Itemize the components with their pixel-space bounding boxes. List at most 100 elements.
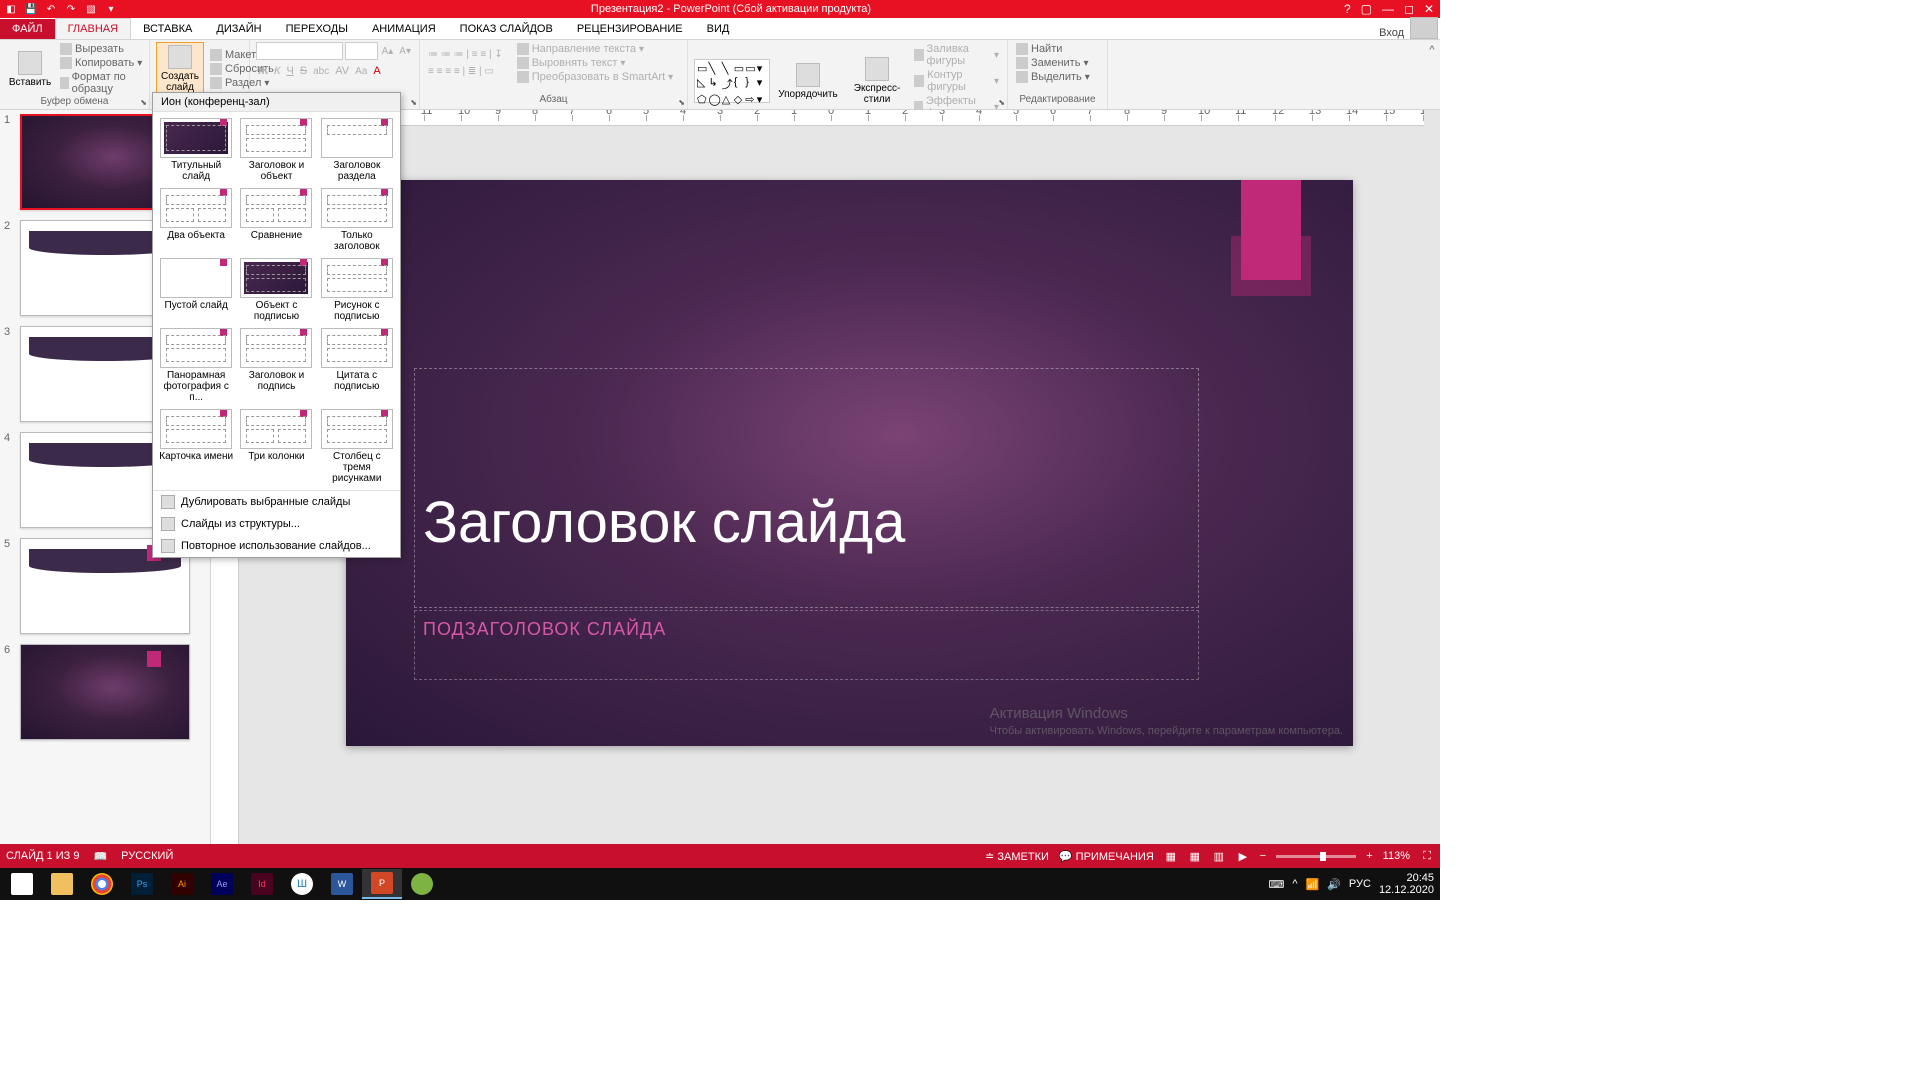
replace-button[interactable]: Заменить ▾ <box>1014 56 1101 70</box>
sign-in-link[interactable]: Вход <box>1373 27 1410 39</box>
duplicate-slides-item[interactable]: Дублировать выбранные слайды <box>153 491 400 513</box>
volume-icon[interactable]: 🔊 <box>1327 878 1341 891</box>
layout-item[interactable]: Заголовок и объект <box>237 116 315 184</box>
dialog-launcher-icon[interactable]: ⬊ <box>410 98 417 107</box>
dialog-launcher-icon[interactable]: ⬊ <box>678 98 685 107</box>
notes-button[interactable]: ≐ ЗАМЕТКИ <box>985 850 1049 863</box>
layout-item[interactable]: Только заголовок <box>318 186 396 254</box>
tab-home[interactable]: ГЛАВНАЯ <box>55 18 131 39</box>
avatar-icon[interactable] <box>1410 17 1438 39</box>
zoom-slider[interactable] <box>1276 855 1356 858</box>
layout-item[interactable]: Сравнение <box>237 186 315 254</box>
slideshow-view-icon[interactable]: ▶ <box>1236 849 1250 863</box>
thumbnail-slide-6[interactable] <box>20 644 190 740</box>
format-painter-button[interactable]: Формат по образцу <box>58 70 144 96</box>
dialog-launcher-icon[interactable]: ⬊ <box>998 98 1005 107</box>
dialog-launcher-icon[interactable]: ⬊ <box>140 98 147 107</box>
layout-item[interactable]: Два объекта <box>157 186 235 254</box>
tab-insert[interactable]: ВСТАВКА <box>131 19 204 39</box>
chrome-icon[interactable] <box>82 869 122 899</box>
font-name-combo[interactable] <box>256 42 343 60</box>
start-button[interactable] <box>2 869 42 899</box>
new-slide-button[interactable]: Создать слайд <box>156 42 204 96</box>
qat-customize-icon[interactable]: ▾ <box>104 2 118 16</box>
reuse-slides-item[interactable]: Повторное использование слайдов... <box>153 535 400 557</box>
title-placeholder[interactable]: Заголовок слайда <box>414 368 1199 608</box>
font-size-combo[interactable] <box>345 42 378 60</box>
indesign-icon[interactable]: Id <box>242 869 282 899</box>
layout-item[interactable]: Панорамная фотография с п... <box>157 326 235 405</box>
layout-item[interactable]: Объект с подписью <box>237 256 315 324</box>
ribbon-options-icon[interactable]: ▢ <box>1361 2 1372 16</box>
network-icon[interactable]: 📶 <box>1306 878 1320 891</box>
keyboard-icon[interactable]: ⌨ <box>1268 878 1284 891</box>
zoom-in-icon[interactable]: + <box>1366 850 1372 862</box>
zoom-value[interactable]: 113% <box>1383 850 1410 862</box>
minimize-icon[interactable]: — <box>1382 2 1394 16</box>
powerpoint-icon[interactable]: P <box>362 869 402 899</box>
language-indicator[interactable]: РУССКИЙ <box>121 850 173 863</box>
select-button[interactable]: Выделить ▾ <box>1014 70 1101 84</box>
illustrator-icon[interactable]: Ai <box>162 869 202 899</box>
photoshop-icon[interactable]: Ps <box>122 869 162 899</box>
aftereffects-icon[interactable]: Ae <box>202 869 242 899</box>
quick-styles-button[interactable]: Экспресс-стили <box>846 55 909 107</box>
help-icon[interactable]: ? <box>1344 2 1351 16</box>
arrange-button[interactable]: Упорядочить <box>774 61 842 102</box>
slide-editor[interactable]: Заголовок слайда ПОДЗАГОЛОВОК СЛАЙДА Акт… <box>346 180 1353 746</box>
tab-design[interactable]: ДИЗАЙН <box>204 19 273 39</box>
fit-to-window-icon[interactable]: ⛶ <box>1420 849 1434 863</box>
app-icon-2[interactable] <box>402 869 442 899</box>
maximize-icon[interactable]: ◻ <box>1404 2 1414 16</box>
undo-icon[interactable]: ↶ <box>44 2 58 16</box>
layout-item[interactable]: Рисунок с подписью <box>318 256 396 324</box>
zoom-out-icon[interactable]: − <box>1260 850 1266 862</box>
text-direction-button[interactable]: Направление текста ▾ <box>515 42 675 56</box>
paste-button[interactable]: Вставить <box>6 49 54 90</box>
collapse-ribbon-icon[interactable]: ^ <box>1424 40 1440 109</box>
tab-review[interactable]: РЕЦЕНЗИРОВАНИЕ <box>565 19 695 39</box>
grow-font-icon[interactable]: A▴ <box>380 45 396 58</box>
sorter-view-icon[interactable]: ▦ <box>1188 849 1202 863</box>
slides-from-outline-item[interactable]: Слайды из структуры... <box>153 513 400 535</box>
shrink-font-icon[interactable]: A▾ <box>397 45 413 58</box>
save-icon[interactable]: 💾 <box>24 2 38 16</box>
layout-item[interactable]: Пустой слайд <box>157 256 235 324</box>
shapes-gallery[interactable]: ▭╲╲▭▭▾ ◺↳⤴{}▾ ⬠◯△◇⇨▾ <box>694 59 770 103</box>
file-explorer-icon[interactable] <box>42 869 82 899</box>
input-lang[interactable]: РУС <box>1349 878 1371 890</box>
normal-view-icon[interactable]: ▦ <box>1164 849 1178 863</box>
word-icon[interactable]: W <box>322 869 362 899</box>
layout-item[interactable]: Заголовок раздела <box>318 116 396 184</box>
align-text-button[interactable]: Выровнять текст ▾ <box>515 56 675 70</box>
tab-view[interactable]: ВИД <box>695 19 742 39</box>
shape-outline-button[interactable]: Контур фигуры ▾ <box>912 68 1001 94</box>
layout-item[interactable]: Карточка имени <box>157 407 235 486</box>
tab-file[interactable]: ФАЙЛ <box>0 19 55 39</box>
spellcheck-icon[interactable]: 📖 <box>93 850 107 863</box>
find-button[interactable]: Найти <box>1014 42 1101 56</box>
slide-counter[interactable]: СЛАЙД 1 ИЗ 9 <box>6 850 79 863</box>
subtitle-placeholder[interactable]: ПОДЗАГОЛОВОК СЛАЙДА <box>414 610 1199 680</box>
tab-animation[interactable]: АНИМАЦИЯ <box>360 19 448 39</box>
layout-item[interactable]: Три колонки <box>237 407 315 486</box>
tray-expand-icon[interactable]: ^ <box>1292 878 1297 890</box>
reading-view-icon[interactable]: ▥ <box>1212 849 1226 863</box>
comments-button[interactable]: 💬 ПРИМЕЧАНИЯ <box>1059 850 1154 863</box>
copy-button[interactable]: Копировать ▾ <box>58 56 144 70</box>
app-icon[interactable]: Ш <box>282 869 322 899</box>
tab-slideshow[interactable]: ПОКАЗ СЛАЙДОВ <box>448 19 565 39</box>
close-icon[interactable]: ✕ <box>1424 2 1434 16</box>
layout-item[interactable]: Титульный слайд <box>157 116 235 184</box>
start-from-beginning-icon[interactable]: ▧ <box>84 2 98 16</box>
tab-transitions[interactable]: ПЕРЕХОДЫ <box>274 19 360 39</box>
convert-smartart-button[interactable]: Преобразовать в SmartArt ▾ <box>515 70 675 84</box>
shape-fill-button[interactable]: Заливка фигуры ▾ <box>912 42 1001 68</box>
cut-button[interactable]: Вырезать <box>58 42 144 56</box>
layout-item[interactable]: Цитата с подписью <box>318 326 396 405</box>
status-bar: СЛАЙД 1 ИЗ 9 📖 РУССКИЙ ≐ ЗАМЕТКИ 💬 ПРИМЕ… <box>0 844 1440 868</box>
clock[interactable]: 20:4512.12.2020 <box>1379 872 1434 896</box>
layout-item[interactable]: Заголовок и подпись <box>237 326 315 405</box>
redo-icon[interactable]: ↷ <box>64 2 78 16</box>
layout-item[interactable]: Столбец с тремя рисунками <box>318 407 396 486</box>
